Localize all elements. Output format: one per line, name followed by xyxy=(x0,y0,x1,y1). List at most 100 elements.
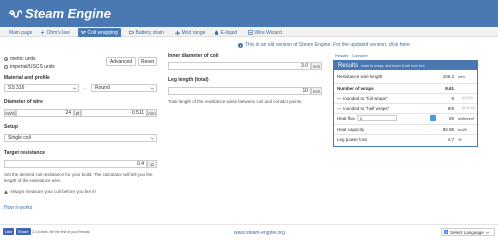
leg-help-text: Total length of the resistance wires bet… xyxy=(168,99,303,104)
leg-length-input[interactable]: 10 xyxy=(168,87,311,95)
site-header: Steam Engine xyxy=(0,0,498,27)
notice-text: This is an old version of Steam Engine. … xyxy=(245,42,412,48)
target-resistance-value: 0.4 xyxy=(137,161,144,167)
nav-bar: Main page Ohm's law Coil wrapping Batter… xyxy=(0,27,498,37)
how-it-works-link[interactable]: How it works xyxy=(4,205,32,211)
diameter-label: Diameter of wire xyxy=(4,99,43,105)
tab-label: Main page xyxy=(9,29,33,36)
metric-units-label: metric units xyxy=(10,56,36,62)
inner-diameter-value: 3.0 xyxy=(301,63,308,69)
imperial-units-radio[interactable] xyxy=(4,65,8,69)
warning-icon xyxy=(4,189,8,194)
tab-label: Mod range xyxy=(181,29,206,36)
inner-diameter-input[interactable]: 3.0 xyxy=(168,62,311,70)
heat-flux-input-value: 0 xyxy=(360,116,363,121)
diameter-symbol-addon: Ø xyxy=(74,109,81,117)
tab-ohms-law[interactable]: Ohm's law xyxy=(37,28,73,37)
tab-battery-drain[interactable]: Battery drain xyxy=(126,28,167,37)
results-header: Results scale to wraps, and hover & tab … xyxy=(334,61,477,70)
imperial-units-label: imperial/USCS units xyxy=(10,64,55,70)
target-resistance-input[interactable]: 0.4 xyxy=(4,160,147,168)
like-label: Like xyxy=(5,229,13,234)
leg-length-value: 10 xyxy=(302,88,308,94)
metric-units-radio[interactable] xyxy=(4,57,8,61)
result-key: Resistance wire length xyxy=(337,73,383,79)
diameter-mm-input[interactable]: 0.511 xyxy=(81,109,147,117)
advanced-button[interactable]: Advanced xyxy=(106,57,136,66)
tab-coil-wrapping[interactable]: Coil wrapping xyxy=(78,28,121,37)
coil-logo-icon xyxy=(9,9,22,18)
inner-diameter-label: Inner diameter of coil xyxy=(168,53,219,59)
result-hint: (0.4 Ω) xyxy=(462,95,473,100)
chevron-down-icon xyxy=(151,137,154,140)
tab-e-liquid[interactable]: E-liquid xyxy=(211,28,240,37)
profile-value: Round xyxy=(95,85,110,91)
measure-warning: Always measure your coil before you fire… xyxy=(4,189,96,194)
results-title: Results xyxy=(338,62,359,69)
warning-text: Always measure your coil before you fire… xyxy=(10,189,96,194)
facebook-share-button[interactable]: Share xyxy=(15,228,31,235)
material-value: SS 316 xyxy=(8,85,25,91)
result-value: 59 xyxy=(448,115,454,121)
heat-flux-toggle-icon[interactable] xyxy=(430,115,436,121)
site-url[interactable]: www.steam-engine.org xyxy=(234,230,285,236)
leg-length-label: Leg length (total) xyxy=(168,77,209,83)
tab-wire-wizard[interactable]: Wire Wizard xyxy=(245,28,285,37)
leg-length-unit: mm xyxy=(311,87,322,95)
result-key: Number of wraps xyxy=(337,85,374,91)
result-row: — rounded to "half wraps" 9/8 (0.42 Ω) xyxy=(334,103,477,111)
results-panel: Results scale to wraps, and hover & tab … xyxy=(333,60,478,147)
results-tabs[interactable]: Results · Consider xyxy=(335,53,368,58)
chevron-down-icon xyxy=(151,87,154,90)
reset-button[interactable]: Reset xyxy=(138,57,157,66)
result-key: Leg power loss xyxy=(337,136,368,142)
material-select[interactable]: SS 316 xyxy=(4,84,79,92)
target-resistance-label: Target resistance xyxy=(4,150,46,156)
result-value: 8.61 xyxy=(445,85,454,91)
share-label: Share xyxy=(17,229,29,234)
result-value: 8 xyxy=(451,95,454,101)
chevron-down-icon xyxy=(485,231,489,234)
facebook-widget: Like Share 2.1 k likes. Be the first of … xyxy=(3,228,90,235)
setup-value: Single coil xyxy=(8,135,31,141)
result-unit: mW/mm² xyxy=(458,115,475,121)
target-unit-addon: Ω xyxy=(147,160,157,168)
tab-label: Battery drain xyxy=(135,29,164,36)
result-value: 4.7 xyxy=(447,136,454,142)
result-value: 9/8 xyxy=(447,105,454,111)
inner-diameter-unit: mm xyxy=(311,62,322,70)
result-unit: mm xyxy=(458,73,465,79)
logo[interactable]: Steam Engine xyxy=(8,6,111,21)
result-value: 106.2 xyxy=(442,73,454,79)
result-unit: % xyxy=(458,136,462,142)
language-select[interactable]: G Select Language xyxy=(441,228,495,236)
tab-main-page[interactable]: Main page xyxy=(6,28,35,37)
awg-value: 24 xyxy=(65,110,71,116)
result-key: Heat flux xyxy=(337,115,355,121)
tab-label: Wire Wizard xyxy=(254,29,282,36)
result-row: Heat flux 0 59 mW/mm² xyxy=(334,113,477,121)
result-value: 86.98 xyxy=(442,126,454,132)
awg-input[interactable]: 24 xyxy=(16,109,74,117)
language-label: Select Language xyxy=(450,229,484,235)
google-translate-icon: G xyxy=(444,230,448,234)
results-subtitle: scale to wraps, and hover & tab from box xyxy=(361,63,425,68)
profile-select[interactable]: Round xyxy=(91,84,157,92)
result-unit: mJ/K xyxy=(458,126,468,132)
old-version-notice[interactable]: i This is an old version of Steam Engine… xyxy=(238,42,411,48)
tab-label: Ohm's law xyxy=(46,29,70,36)
target-help-text: Set the desired coil resistance for your… xyxy=(4,172,153,183)
result-row: Heat capacity 86.98 mJ/K xyxy=(334,124,477,132)
liquid-icon xyxy=(214,30,219,35)
tab-mod-range[interactable]: Mod range xyxy=(172,28,208,37)
facebook-like-button[interactable]: Like xyxy=(3,228,15,235)
material-separator: - xyxy=(84,85,86,91)
result-key: Heat capacity xyxy=(337,126,365,132)
heat-flux-input[interactable]: 0 xyxy=(357,115,397,121)
material-label: Material and profile xyxy=(4,75,50,81)
result-row: Resistance wire length 106.2 mm xyxy=(334,72,477,80)
footer: Like Share 2.1 k likes. Be the first of … xyxy=(0,224,498,240)
result-row: Leg power loss 4.7 % xyxy=(334,134,477,142)
result-key: — rounded to "full wraps" xyxy=(337,95,388,101)
setup-select[interactable]: Single coil xyxy=(4,134,157,142)
